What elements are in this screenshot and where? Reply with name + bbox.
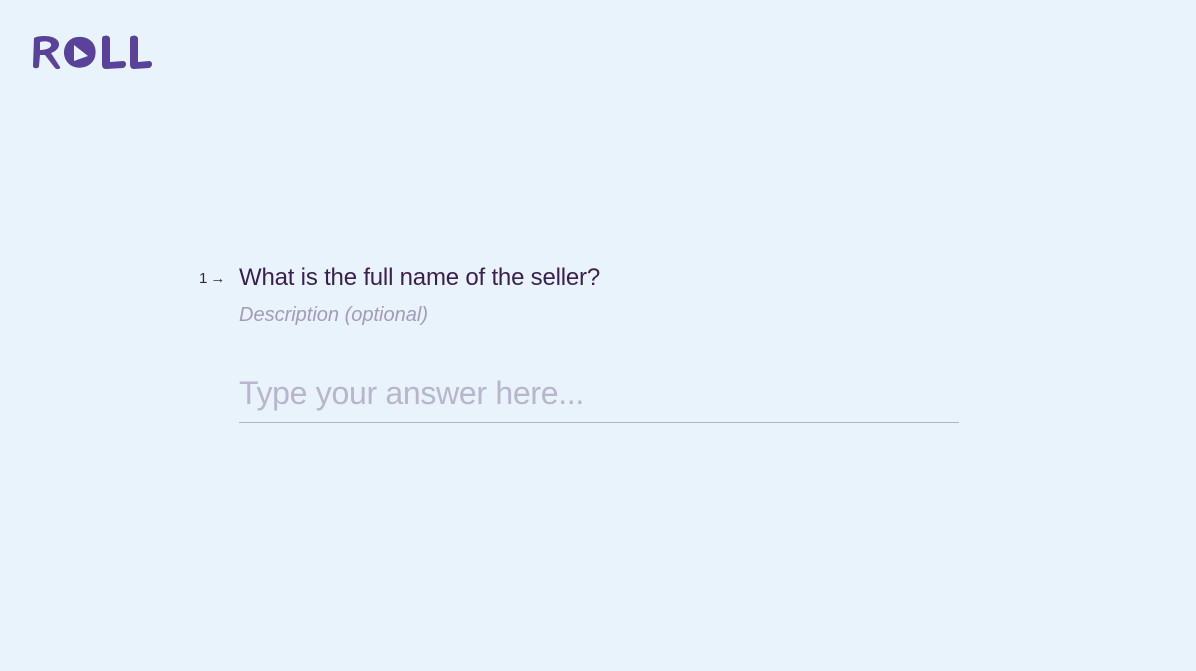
- question-number-indicator: 1 →: [199, 270, 225, 287]
- answer-input[interactable]: [239, 364, 959, 422]
- question-title: What is the full name of the seller?: [239, 264, 600, 291]
- roll-logo: [30, 33, 153, 71]
- arrow-right-icon: →: [210, 270, 226, 287]
- logo-icon: [33, 35, 152, 70]
- question-number: 1: [199, 270, 208, 287]
- answer-field-wrapper: [239, 364, 959, 423]
- question-description[interactable]: Description (optional): [239, 304, 428, 327]
